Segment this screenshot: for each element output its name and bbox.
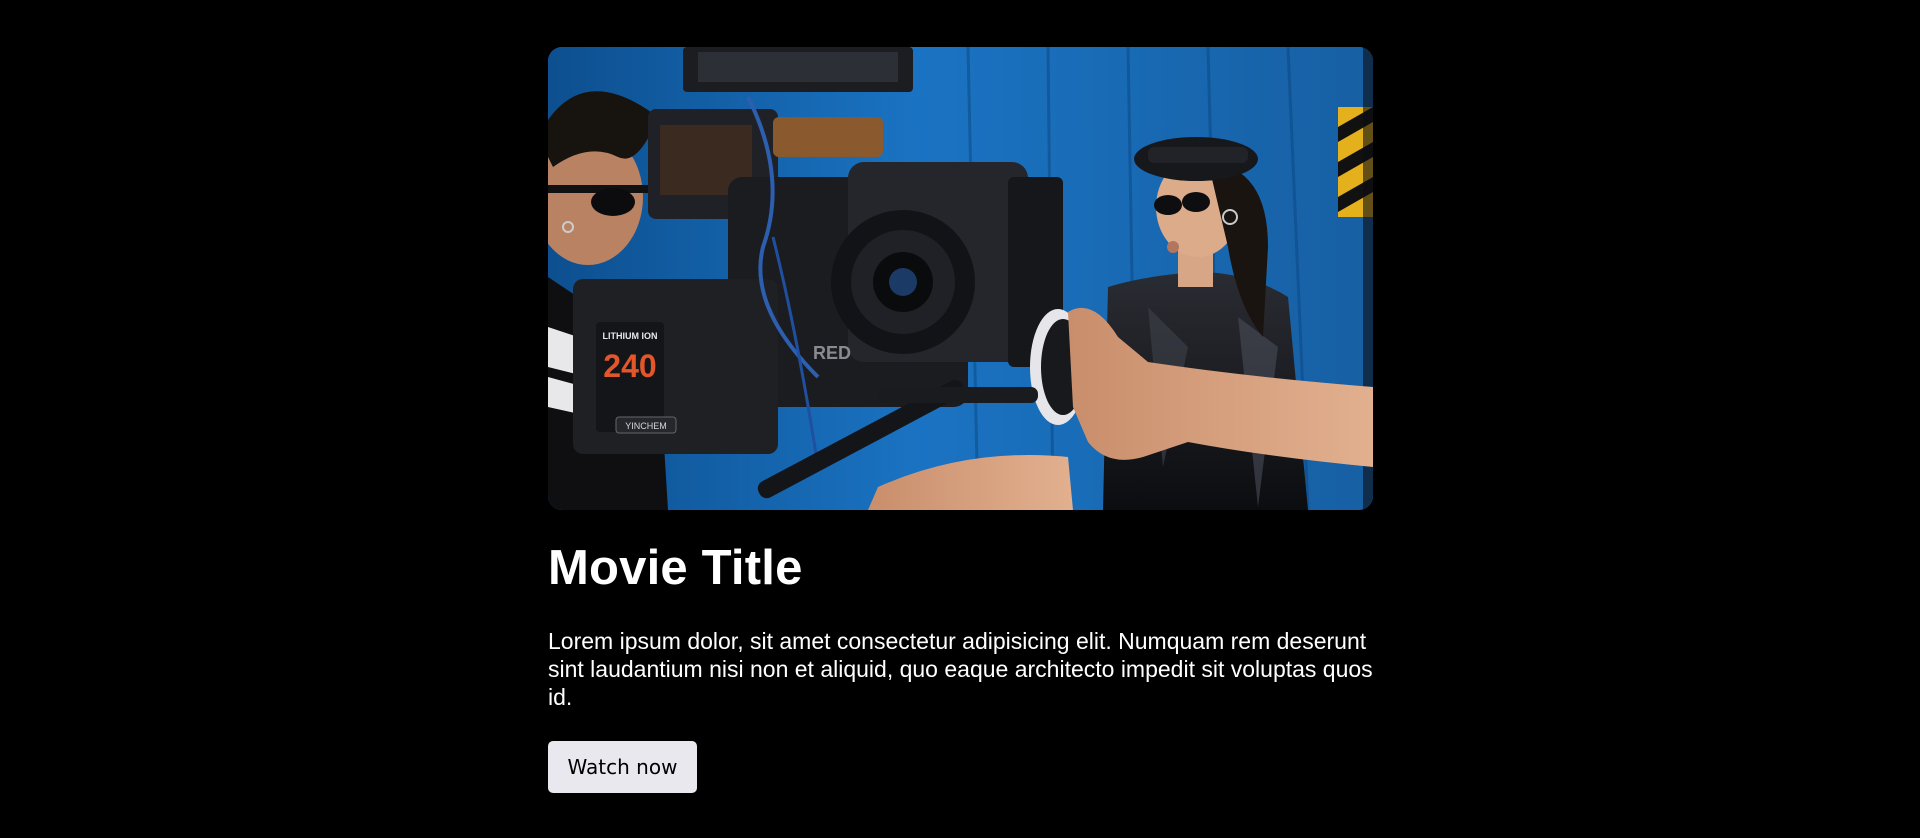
battery-type-label: LITHIUM ION <box>603 331 658 341</box>
camera-brand-label: RED <box>813 343 851 363</box>
movie-card: LITHIUM ION 240 YINCHEM RED Movie Title … <box>548 47 1373 793</box>
movie-hero-image: LITHIUM ION 240 YINCHEM RED <box>548 47 1373 510</box>
movie-description: Lorem ipsum dolor, sit amet consectetur … <box>548 628 1373 710</box>
movie-title: Movie Title <box>548 541 803 595</box>
movie-still-illustration: LITHIUM ION 240 YINCHEM RED <box>548 47 1373 510</box>
watch-now-button[interactable]: Watch now <box>548 741 697 793</box>
battery-capacity-label: 240 <box>603 348 656 384</box>
battery-maker-label: YINCHEM <box>625 421 667 431</box>
